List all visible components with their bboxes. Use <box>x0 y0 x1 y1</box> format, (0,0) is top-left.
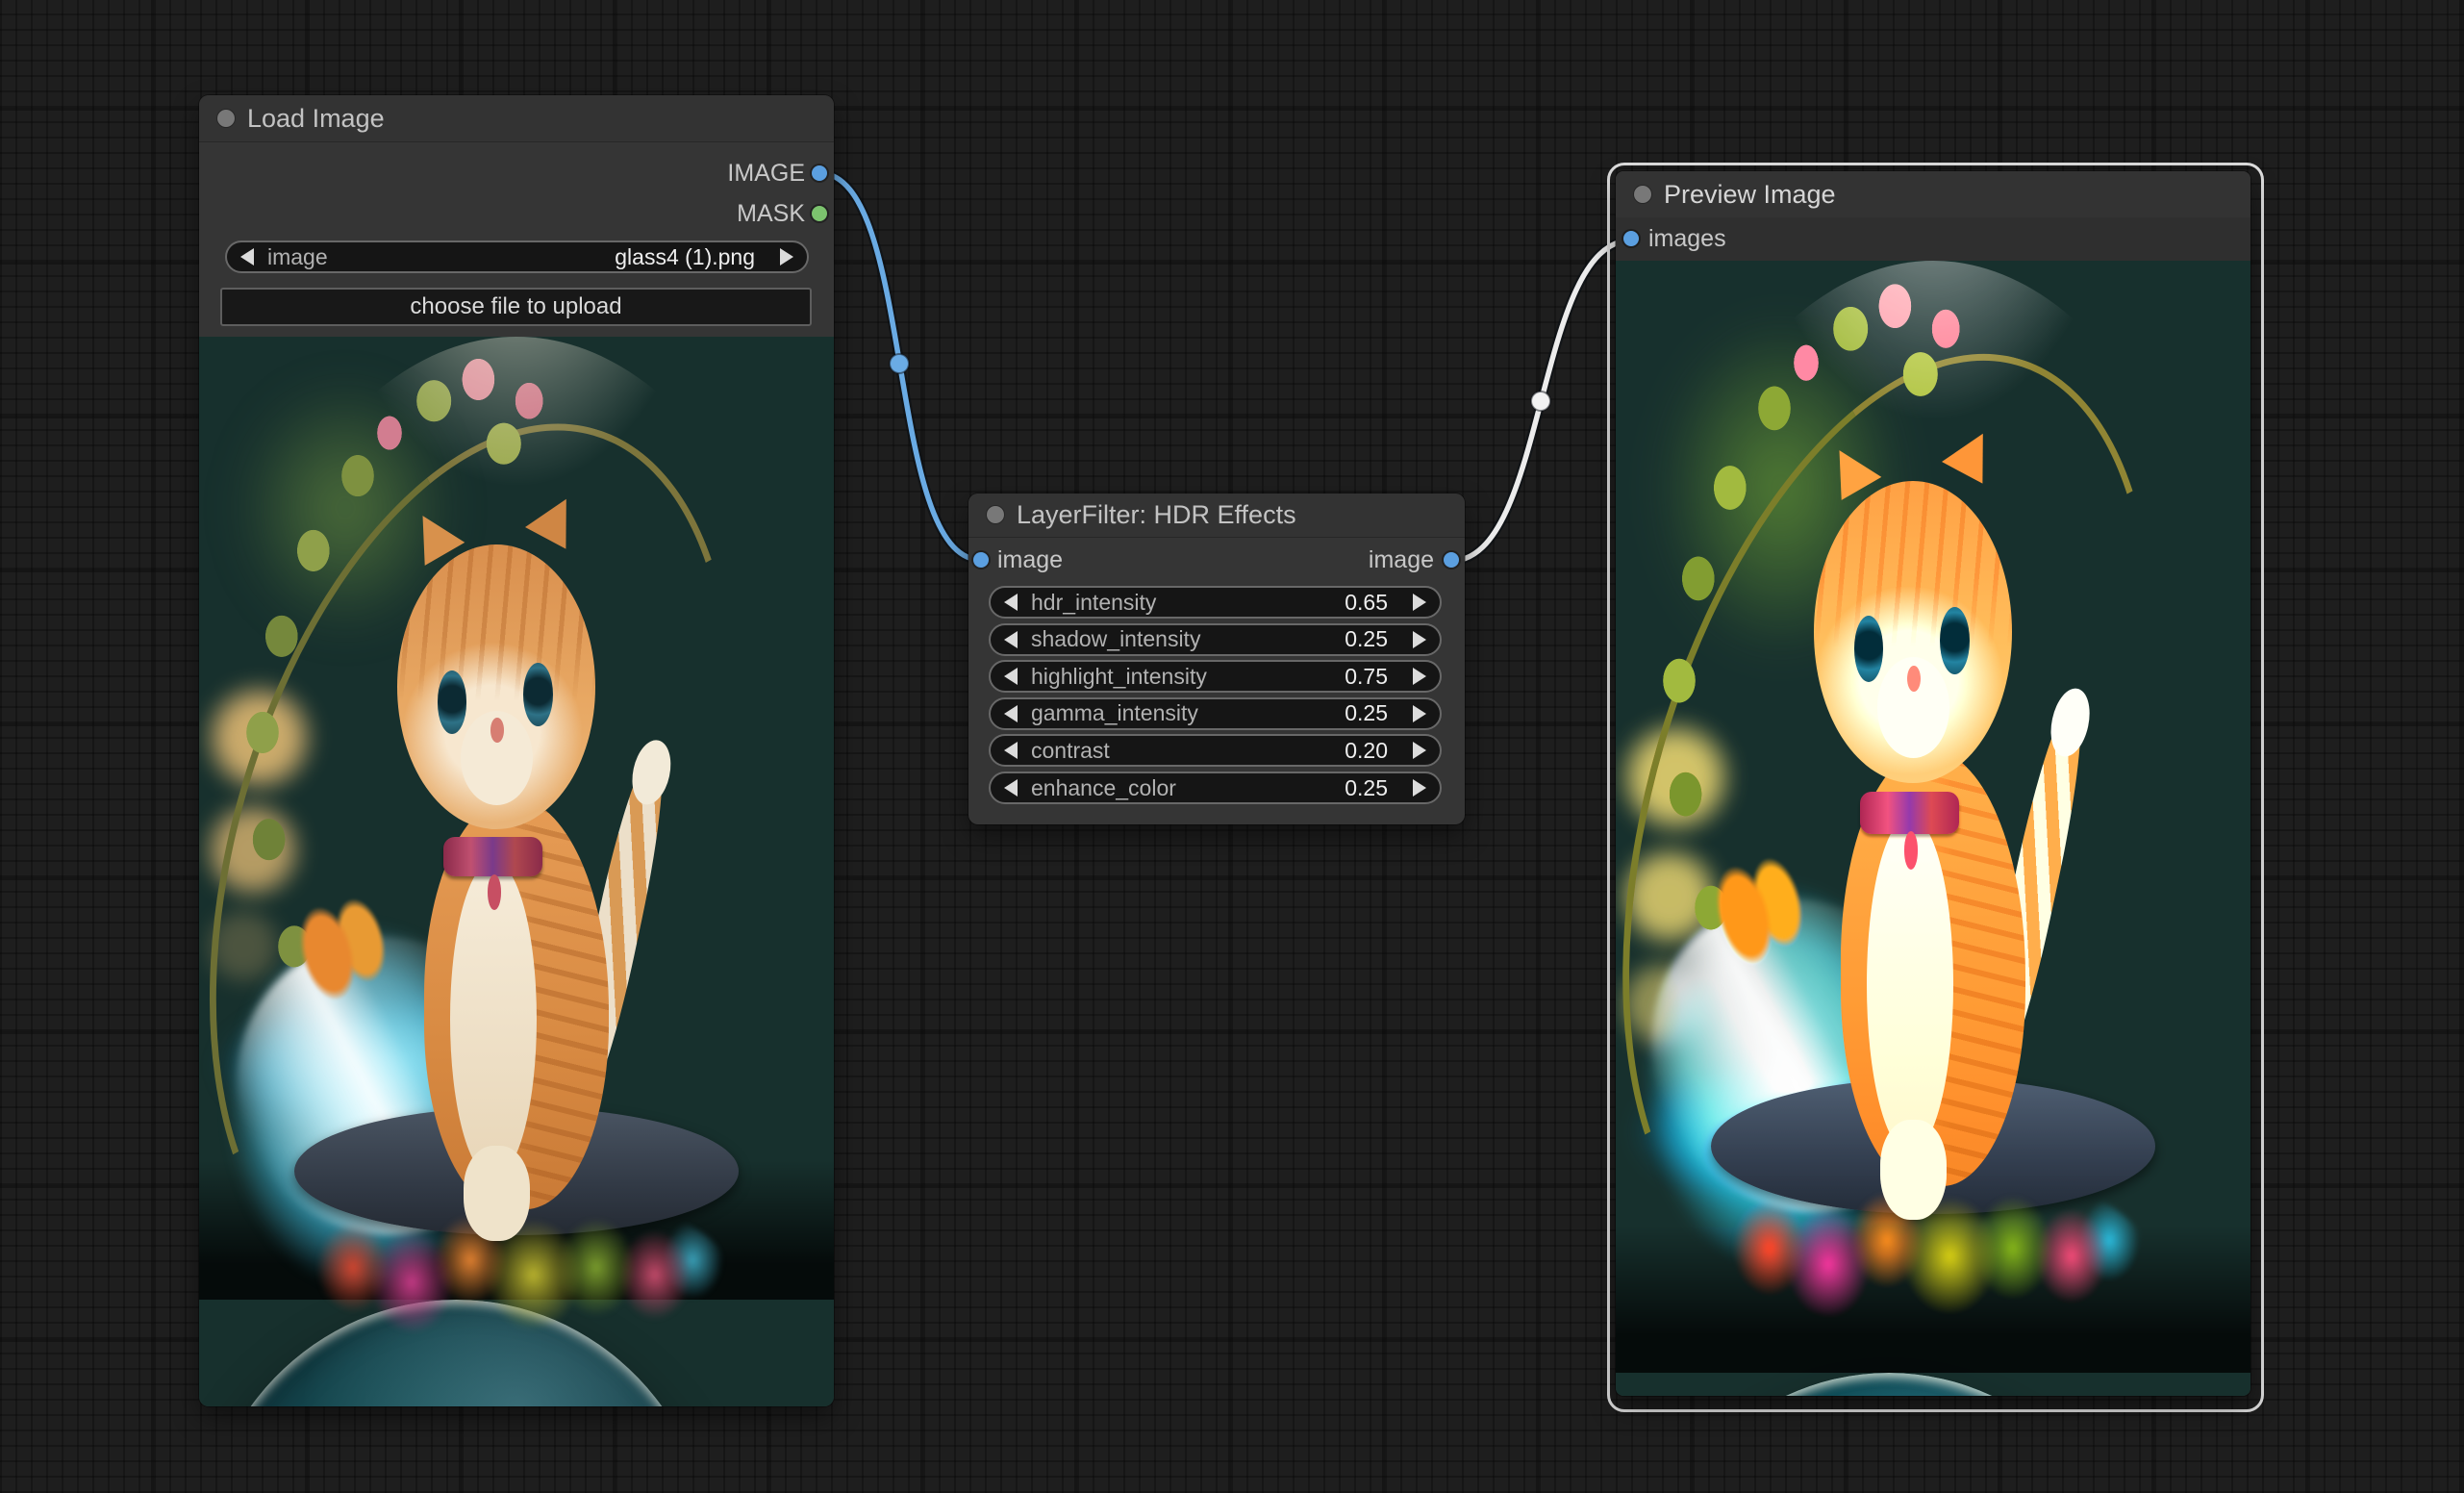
decrement-arrow-icon[interactable] <box>1004 594 1018 611</box>
preview-link-midpoint-dot[interactable] <box>1531 392 1550 411</box>
collapse-dot-icon[interactable] <box>987 506 1004 523</box>
increment-arrow-icon[interactable] <box>780 248 793 266</box>
decrement-arrow-icon[interactable] <box>1004 631 1018 648</box>
collapse-dot-icon[interactable] <box>217 110 235 127</box>
mask-output-port[interactable] <box>812 206 827 221</box>
loaded-image-preview <box>199 337 834 1406</box>
image-link-midpoint-dot[interactable] <box>890 354 909 373</box>
increment-arrow-icon[interactable] <box>1413 779 1426 797</box>
increment-arrow-icon[interactable] <box>1413 631 1426 648</box>
widget-value: glass4 (1).png <box>615 244 755 270</box>
preview-node-header[interactable]: Preview Image <box>1616 171 2250 218</box>
widget-label: shadow_intensity <box>1031 626 1345 652</box>
enhance-color-widget[interactable]: enhance_color 0.25 <box>989 772 1442 804</box>
input-label: image <box>997 540 1063 580</box>
widget-label: enhance_color <box>1031 775 1345 801</box>
collapse-dot-icon[interactable] <box>1634 186 1651 203</box>
decrement-arrow-icon[interactable] <box>1004 742 1018 759</box>
image-output-slot: IMAGE <box>199 153 834 193</box>
widget-label: hdr_intensity <box>1031 590 1345 616</box>
cat-globe-photo <box>199 337 834 1406</box>
images-input-slot: images <box>1616 217 2250 261</box>
widget-value: 0.75 <box>1345 664 1388 690</box>
preview-image-node[interactable]: Preview Image images <box>1616 171 2250 1396</box>
load-image-node-header[interactable]: Load Image <box>199 95 834 142</box>
increment-arrow-icon[interactable] <box>1413 594 1426 611</box>
shadow-intensity-widget[interactable]: shadow_intensity 0.25 <box>989 623 1442 656</box>
gamma-intensity-widget[interactable]: gamma_intensity 0.25 <box>989 697 1442 730</box>
decrement-arrow-icon[interactable] <box>1004 779 1018 797</box>
widget-value: 0.25 <box>1345 700 1388 726</box>
widget-value: 0.20 <box>1345 738 1388 764</box>
widget-value: 0.65 <box>1345 590 1388 616</box>
choose-file-button[interactable]: choose file to upload <box>220 288 812 326</box>
node-title: Load Image <box>247 95 385 141</box>
highlight-intensity-widget[interactable]: highlight_intensity 0.75 <box>989 660 1442 693</box>
output-label: image <box>1369 540 1434 580</box>
widget-label: highlight_intensity <box>1031 664 1345 690</box>
hdr-effects-node[interactable]: LayerFilter: HDR Effects image image hdr… <box>968 493 1465 824</box>
cat-globe-photo-hdr <box>1616 261 2250 1396</box>
widget-value: 0.25 <box>1345 626 1388 652</box>
image-input-port[interactable] <box>973 552 989 568</box>
widget-label: gamma_intensity <box>1031 700 1345 726</box>
output-label: MASK <box>737 193 805 234</box>
image-output-port[interactable] <box>1444 552 1459 568</box>
hdr-io-slot-row: image image <box>968 540 1465 580</box>
node-title: Preview Image <box>1664 171 1836 217</box>
decrement-arrow-icon[interactable] <box>1004 705 1018 722</box>
output-label: IMAGE <box>727 153 805 193</box>
contrast-widget[interactable]: contrast 0.20 <box>989 734 1442 767</box>
decrement-arrow-icon[interactable] <box>1004 668 1018 685</box>
increment-arrow-icon[interactable] <box>1413 742 1426 759</box>
increment-arrow-icon[interactable] <box>1413 668 1426 685</box>
load-image-node[interactable]: Load Image IMAGE MASK image glass4 (1).p… <box>199 95 834 1406</box>
hdr-node-header[interactable]: LayerFilter: HDR Effects <box>968 493 1465 538</box>
image-combo-widget[interactable]: image glass4 (1).png <box>225 240 809 273</box>
images-input-port[interactable] <box>1623 231 1639 246</box>
widget-value: 0.25 <box>1345 775 1388 801</box>
node-title: LayerFilter: HDR Effects <box>1017 493 1296 537</box>
increment-arrow-icon[interactable] <box>1413 705 1426 722</box>
image-output-port[interactable] <box>812 165 827 181</box>
decrement-arrow-icon[interactable] <box>240 248 254 266</box>
mask-output-slot: MASK <box>199 193 834 234</box>
widget-label: image <box>267 244 615 270</box>
input-label: images <box>1648 217 1726 261</box>
hdr-intensity-widget[interactable]: hdr_intensity 0.65 <box>989 586 1442 619</box>
preview-image-output <box>1616 261 2250 1396</box>
widget-label: contrast <box>1031 738 1345 764</box>
